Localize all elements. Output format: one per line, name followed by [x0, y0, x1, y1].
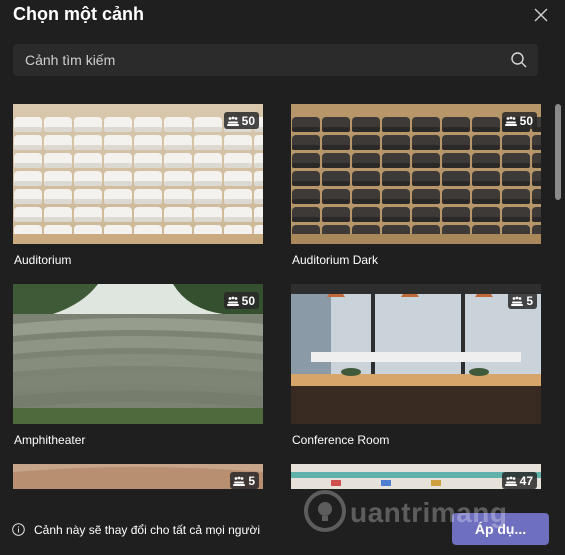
scene-label: Auditorium [14, 253, 72, 267]
people-icon [226, 116, 239, 126]
scene-label: Auditorium Dark [292, 253, 379, 267]
capacity-badge: 50 [223, 292, 259, 309]
capacity-count: 50 [519, 113, 533, 128]
scene-thumbnail-auditorium: 50 [13, 104, 263, 244]
search-icon[interactable] [510, 51, 528, 69]
search-input[interactable] [13, 44, 503, 76]
capacity-badge: 50 [223, 112, 259, 129]
search-box [13, 44, 538, 76]
scene-label: Amphitheater [14, 433, 86, 447]
scene-thumbnail-5: 5 [13, 464, 263, 489]
scene-thumbnail-6: 47 [291, 464, 541, 489]
close-icon [534, 8, 548, 22]
scene-thumbnail-conference-room: 5 [291, 284, 541, 424]
scene-card-auditorium[interactable]: 50 Auditorium [13, 104, 263, 267]
people-icon [504, 116, 517, 126]
scrollbar[interactable] [555, 104, 561, 489]
info-text: Cảnh này sẽ thay đổi cho tất cả mọi ngườ… [34, 523, 261, 537]
scene-thumbnail-amphitheater: 50 [13, 284, 263, 424]
info-icon [12, 523, 25, 536]
scene-grid: 50 Auditorium 50 Auditorium Dark 50 Amph… [13, 104, 541, 489]
capacity-badge: 5 [230, 472, 259, 489]
close-button[interactable] [530, 4, 552, 26]
people-icon [504, 476, 517, 486]
capacity-count: 5 [248, 473, 255, 488]
apply-button[interactable]: Áp dụ... [452, 513, 549, 545]
scene-label: Conference Room [292, 433, 390, 447]
capacity-count: 50 [241, 113, 255, 128]
capacity-badge: 5 [508, 292, 537, 309]
capacity-badge: 47 [501, 472, 537, 489]
capacity-count: 50 [241, 293, 255, 308]
capacity-count: 47 [519, 473, 533, 488]
scene-thumbnail-auditorium-dark: 50 [291, 104, 541, 244]
capacity-badge: 50 [501, 112, 537, 129]
scrollbar-thumb[interactable] [555, 104, 561, 200]
people-icon [226, 296, 239, 306]
people-icon [233, 476, 246, 486]
scene-card-5[interactable]: 5 [13, 464, 263, 489]
scene-card-conference-room[interactable]: 5 Conference Room [291, 284, 541, 447]
scene-card-auditorium-dark[interactable]: 50 Auditorium Dark [291, 104, 541, 267]
dialog-title: Chọn một cảnh [13, 4, 144, 24]
dialog-footer: Cảnh này sẽ thay đổi cho tất cả mọi ngườ… [0, 490, 565, 555]
scene-card-amphitheater[interactable]: 50 Amphitheater [13, 284, 263, 447]
scene-card-6[interactable]: 47 [291, 464, 541, 489]
capacity-count: 5 [526, 293, 533, 308]
scene-picker-dialog: Chọn một cảnh Cảnh tìm kiếm 50 Auditoriu… [0, 0, 565, 555]
people-icon [511, 296, 524, 306]
